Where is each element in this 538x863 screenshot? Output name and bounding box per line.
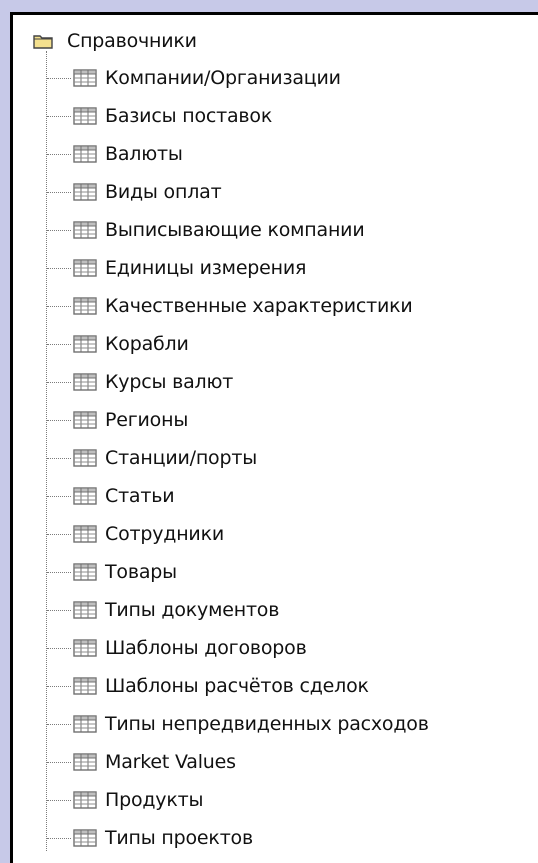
folder-icon	[33, 33, 53, 49]
tree-item[interactable]: Качественные характеристики	[13, 287, 538, 325]
tree-branch-line	[47, 77, 71, 79]
tree-branch-line	[47, 153, 71, 155]
tree-panel: Справочники Компании/Организации Базисы п…	[10, 12, 538, 863]
tree-item[interactable]: Компании/Организации	[13, 59, 538, 97]
tree-item[interactable]: Типы непредвиденных расходов	[13, 705, 538, 743]
tree-item[interactable]: Курсы валют	[13, 363, 538, 401]
table-icon	[73, 486, 97, 506]
tree-item[interactable]: Виды оплат	[13, 173, 538, 211]
tree-branch-line	[47, 457, 71, 459]
tree-item-label: Типы документов	[105, 599, 280, 621]
table-icon	[73, 258, 97, 278]
tree-item[interactable]: Регионы	[13, 401, 538, 439]
tree-item[interactable]: Типы проектов	[13, 819, 538, 857]
tree-branch-line	[47, 837, 71, 839]
table-icon	[73, 144, 97, 164]
table-icon	[73, 752, 97, 772]
tree-item-label: Единицы измерения	[105, 257, 307, 279]
table-icon	[73, 372, 97, 392]
table-icon	[73, 714, 97, 734]
tree-item-label: Базисы поставок	[105, 105, 273, 127]
tree-item-label: Валюты	[105, 143, 183, 165]
table-icon	[73, 448, 97, 468]
tree-item[interactable]: Товары	[13, 553, 538, 591]
tree-branch-line	[47, 381, 71, 383]
tree-item-label: Виды оплат	[105, 181, 222, 203]
tree-item-label: Market Values	[105, 751, 236, 773]
tree-item[interactable]: Market Values	[13, 743, 538, 781]
table-icon	[73, 828, 97, 848]
tree-branch-line	[47, 685, 71, 687]
tree-branch-line	[47, 229, 71, 231]
tree-children: Компании/Организации Базисы поставок Валют…	[13, 59, 538, 857]
tree-item[interactable]: Станции/порты	[13, 439, 538, 477]
tree-branch-line	[47, 115, 71, 117]
tree-branch-line	[47, 495, 71, 497]
tree-item-label: Курсы валют	[105, 371, 234, 393]
tree-branch-line	[47, 191, 71, 193]
tree-view: Справочники Компании/Организации Базисы п…	[13, 15, 538, 863]
tree-item[interactable]: Выписывающие компании	[13, 211, 538, 249]
tree-branch-line	[47, 609, 71, 611]
table-icon	[73, 638, 97, 658]
tree-item-label: Станции/порты	[105, 447, 258, 469]
table-icon	[73, 68, 97, 88]
tree-item-label: Корабли	[105, 333, 189, 355]
table-icon	[73, 562, 97, 582]
table-icon	[73, 790, 97, 810]
table-icon	[73, 676, 97, 696]
tree-item[interactable]: Корабли	[13, 325, 538, 363]
tree-item-label: Типы непредвиденных расходов	[105, 713, 429, 735]
tree-branch-line	[47, 533, 71, 535]
tree-branch-line	[47, 799, 71, 801]
table-icon	[73, 296, 97, 316]
tree-item-label: Товары	[105, 561, 177, 583]
tree-item[interactable]: Единицы измерения	[13, 249, 538, 287]
tree-item[interactable]: Шаблоны договоров	[13, 629, 538, 667]
table-icon	[73, 334, 97, 354]
tree-item-label: Регионы	[105, 409, 189, 431]
tree-item-label: Шаблоны расчётов сделок	[105, 675, 369, 697]
tree-item[interactable]: Валюты	[13, 135, 538, 173]
table-icon	[73, 182, 97, 202]
tree-branch-line	[47, 647, 71, 649]
tree-branch-line	[47, 571, 71, 573]
tree-item-label: Типы проектов	[105, 827, 253, 849]
table-icon	[73, 600, 97, 620]
tree-item-label: Компании/Организации	[105, 67, 341, 89]
tree-root-label: Справочники	[67, 30, 197, 52]
table-icon	[73, 106, 97, 126]
tree-item[interactable]: Статьи	[13, 477, 538, 515]
tree-item-label: Шаблоны договоров	[105, 637, 307, 659]
tree-item[interactable]: Базисы поставок	[13, 97, 538, 135]
tree-branch-line	[47, 419, 71, 421]
tree-branch-line	[47, 343, 71, 345]
tree-item[interactable]: Типы документов	[13, 591, 538, 629]
tree-item-label: Качественные характеристики	[105, 295, 413, 317]
tree-branch-line	[47, 723, 71, 725]
tree-branch-line	[47, 761, 71, 763]
tree-branch-line	[47, 305, 71, 307]
table-icon	[73, 410, 97, 430]
table-icon	[73, 524, 97, 544]
tree-item-label: Продукты	[105, 789, 204, 811]
table-icon	[73, 220, 97, 240]
tree-item-label: Сотрудники	[105, 523, 224, 545]
tree-item-label: Выписывающие компании	[105, 219, 365, 241]
tree-item[interactable]: Сотрудники	[13, 515, 538, 553]
tree-item[interactable]: Шаблоны расчётов сделок	[13, 667, 538, 705]
tree-item[interactable]: Продукты	[13, 781, 538, 819]
tree-branch-line	[47, 267, 71, 269]
tree-item-label: Статьи	[105, 485, 175, 507]
tree-root-node[interactable]: Справочники	[33, 23, 197, 59]
